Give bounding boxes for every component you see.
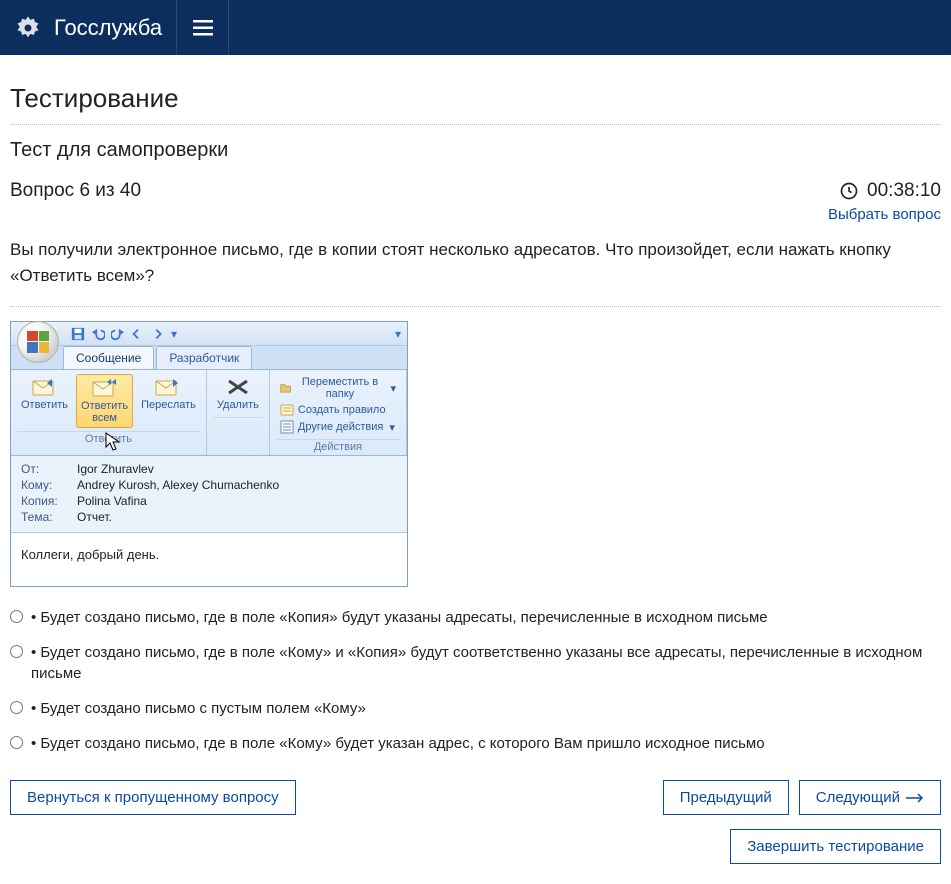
- page-title: Тестирование: [10, 83, 941, 114]
- answer-radio[interactable]: [10, 736, 23, 749]
- answer-option[interactable]: • Будет создано письмо, где в поле «Кому…: [10, 642, 941, 684]
- timer: 00:38:10: [839, 180, 941, 202]
- answer-radio[interactable]: [10, 645, 23, 658]
- answer-text: • Будет создано письмо, где в поле «Копи…: [31, 607, 768, 628]
- finish-test-button[interactable]: Завершить тестирование: [730, 829, 941, 864]
- tab-developer: Разработчик: [156, 346, 252, 369]
- next-button[interactable]: Следующий: [799, 780, 941, 815]
- brand-area[interactable]: Госслужба: [0, 0, 177, 55]
- next-label: Следующий: [816, 789, 900, 806]
- to-value: Andrey Kurosh, Alexey Chumachenko: [77, 478, 279, 492]
- from-label: От:: [21, 462, 77, 476]
- question-text: Вы получили электронное письмо, где в ко…: [10, 237, 941, 288]
- subject-label: Тема:: [21, 510, 77, 524]
- forward-button: Переслать: [137, 374, 200, 428]
- ribbon-tabs: Сообщение Разработчик: [11, 346, 407, 370]
- separator: [10, 306, 941, 307]
- answer-text: • Будет создано письмо, где в поле «Кому…: [31, 642, 941, 684]
- subject-value: Отчет.: [77, 510, 112, 524]
- delete-button: Удалить: [213, 374, 263, 414]
- back-to-skipped-button[interactable]: Вернуться к пропущенному вопросу: [10, 780, 296, 815]
- next-item-icon: [151, 327, 165, 341]
- delete-icon: [225, 377, 251, 397]
- redo-icon: [111, 327, 125, 341]
- brand-text: Госслужба: [54, 15, 162, 41]
- timer-value: 00:38:10: [867, 180, 941, 202]
- envelope-forward-icon: [155, 377, 181, 397]
- menu-button[interactable]: [177, 0, 229, 55]
- tab-message: Сообщение: [63, 346, 154, 369]
- envelope-reply-icon: [32, 377, 58, 397]
- reply-all-button: Ответить всем: [76, 374, 133, 428]
- select-question-link[interactable]: Выбрать вопрос: [828, 206, 941, 223]
- clock-icon: [839, 181, 859, 201]
- prev-item-icon: [131, 327, 145, 341]
- rule-icon: [280, 403, 294, 417]
- top-bar: Госслужба: [0, 0, 951, 55]
- quick-access-toolbar: ▾ ▾: [11, 322, 407, 346]
- office-button-icon: [17, 321, 59, 363]
- envelope-reply-all-icon: [92, 378, 118, 398]
- undo-icon: [91, 327, 105, 341]
- answer-text: • Будет создано письмо с пустым полем «К…: [31, 698, 366, 719]
- answer-radio[interactable]: [10, 701, 23, 714]
- folder-icon: [280, 381, 292, 395]
- separator: [10, 124, 941, 125]
- other-actions: Другие действия▾: [280, 420, 395, 434]
- answer-text: • Будет создано письмо, где в поле «Кому…: [31, 733, 765, 754]
- answer-option[interactable]: • Будет создано письмо, где в поле «Кому…: [10, 733, 941, 754]
- email-screenshot: ▾ ▾ Сообщение Разработчик Ответить Ответ…: [10, 321, 408, 587]
- answer-option[interactable]: • Будет создано письмо с пустым полем «К…: [10, 698, 941, 719]
- from-value: Igor Zhuravlev: [77, 462, 154, 476]
- save-icon: [71, 327, 85, 341]
- emblem-icon: [14, 14, 42, 42]
- answer-option[interactable]: • Будет создано письмо, где в поле «Копи…: [10, 607, 941, 628]
- cursor-icon: [105, 432, 121, 452]
- hamburger-icon: [193, 20, 213, 36]
- prev-button[interactable]: Предыдущий: [663, 780, 789, 815]
- cc-label: Копия:: [21, 494, 77, 508]
- create-rule: Создать правило: [280, 403, 386, 417]
- to-label: Кому:: [21, 478, 77, 492]
- arrow-right-icon: [906, 793, 924, 803]
- question-number: Вопрос 6 из 40: [10, 180, 141, 202]
- answer-list: • Будет создано письмо, где в поле «Копи…: [10, 607, 941, 754]
- test-title: Тест для самопроверки: [10, 139, 941, 162]
- answer-radio[interactable]: [10, 610, 23, 623]
- list-icon: [280, 420, 294, 434]
- move-to-folder: Переместить в папку▾: [280, 376, 396, 400]
- reply-button: Ответить: [17, 374, 72, 428]
- group-actions-label: Действия: [276, 439, 400, 453]
- email-body: Коллеги, добрый день.: [11, 533, 407, 586]
- cc-value: Polina Vafina: [77, 494, 147, 508]
